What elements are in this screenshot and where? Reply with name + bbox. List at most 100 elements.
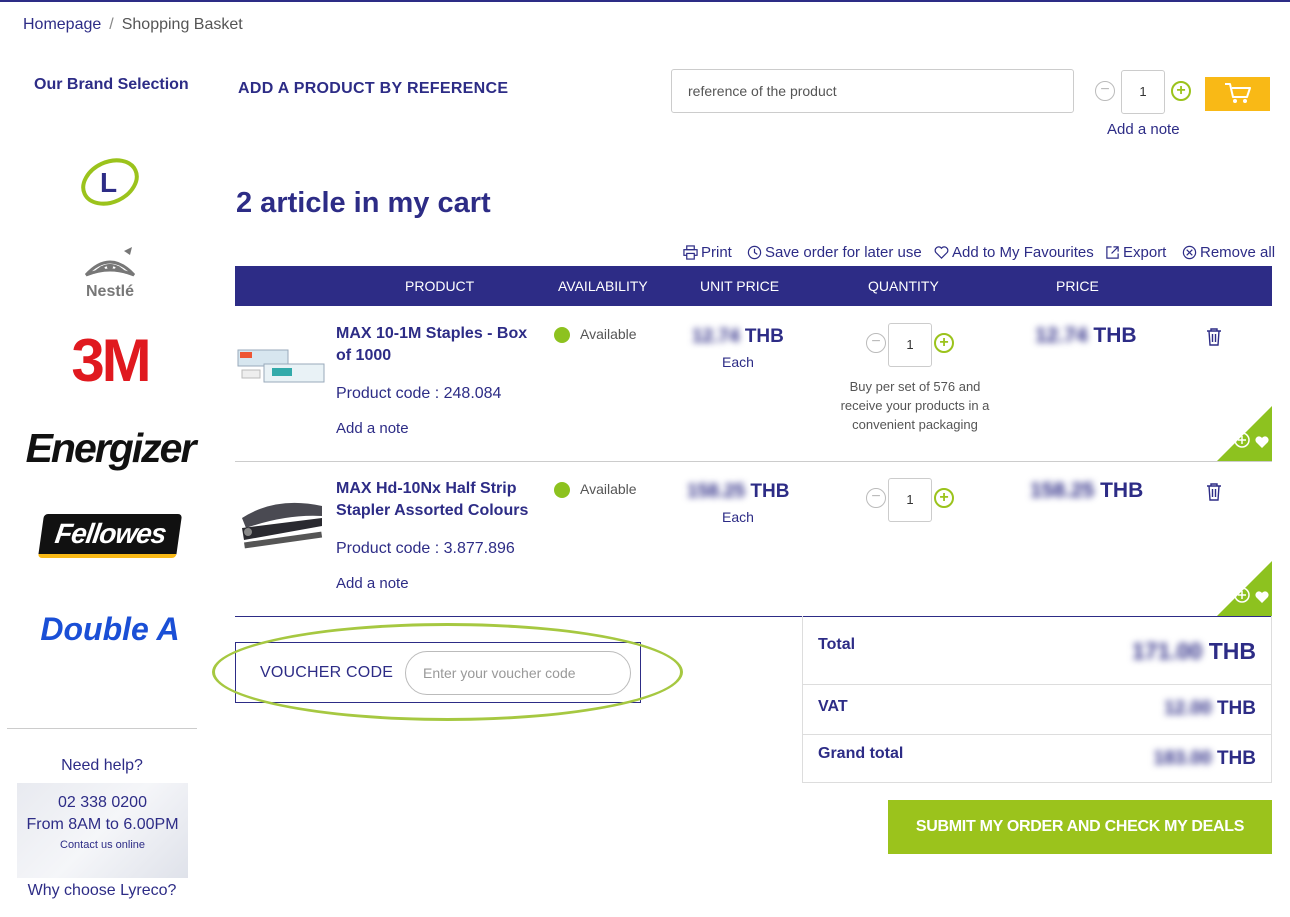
qty-plus-button[interactable]: + [934,488,954,508]
col-quantity: QUANTITY [868,278,939,294]
ref-qty-input[interactable]: 1 [1121,70,1165,114]
printer-icon [683,245,698,260]
add-favourites-label: Add to My Favourites [952,244,1094,261]
ref-qty-plus-button[interactable]: + [1171,81,1191,101]
breadcrumb-current: Shopping Basket [121,16,243,33]
vat-amount: 12.00 [1164,698,1212,719]
availability-status: Available [580,481,637,497]
save-order-action[interactable]: Save order for later use [747,244,922,261]
cart-icon [1224,82,1251,103]
qty-input[interactable]: 1 [888,323,932,367]
vat-value: 12.00 THB [1164,698,1256,720]
qty-minus-button[interactable]: − [866,333,886,353]
col-unit-price: UNIT PRICE [700,278,780,294]
availability-dot-icon [554,327,570,343]
brand-energizer-text: Energizer [25,424,197,471]
row-divider [235,461,1272,462]
col-availability: AVAILABILITY [558,278,648,294]
help-phone: 02 338 0200 [58,794,147,811]
line-price-value: 12.74 [1035,324,1088,347]
availability-dot-icon [554,482,570,498]
product-name-link[interactable]: MAX Hd-10Nx Half Strip Stapler Assorted … [336,478,541,522]
product-image-staples[interactable] [236,330,326,400]
trash-icon[interactable] [1205,482,1223,502]
product-name-link[interactable]: MAX 10-1M Staples - Box of 1000 [336,323,541,367]
help-hours: From 8AM to 6.00PM [26,816,179,833]
unit-price: 158.25 THB [687,481,789,503]
product-code: Product code : 248.084 [336,385,502,402]
brand-double-a-text: Double A [40,610,180,647]
vat-label: VAT [818,698,848,715]
sidebar-divider [7,728,197,729]
line-price-currency: THB [1100,479,1144,502]
brand-logo-lyreco[interactable]: L [20,150,200,214]
brand-nestle-text: Nestlé [85,283,135,300]
line-price: 158.25 THB [1030,479,1143,503]
breadcrumb: Homepage / Shopping Basket [23,16,243,34]
brand-fellowes-text: Fellowes [53,518,168,549]
nestle-nest-icon [84,247,136,277]
remove-circle-icon [1182,245,1197,260]
add-favourite-corner[interactable] [1217,561,1272,616]
product-code: Product code : 3.877.896 [336,540,515,557]
brand-selection-title: Our Brand Selection [34,76,189,93]
totals-divider [803,684,1271,685]
brand-3m-text: 3M [71,326,151,394]
reference-input[interactable] [671,69,1074,113]
remove-all-label: Remove all [1200,244,1276,261]
print-action[interactable]: Print [683,244,732,261]
qty-plus-button[interactable]: + [934,333,954,353]
export-action[interactable]: Export [1105,244,1166,261]
ref-qty-minus-button[interactable]: − [1095,81,1115,101]
voucher-input[interactable] [405,651,631,695]
product-image-stapler[interactable] [236,488,326,558]
unit-price-value: 12.74 [692,326,740,347]
ref-add-note-link[interactable]: Add a note [1107,121,1180,138]
add-favourite-corner[interactable] [1217,406,1272,461]
grand-total-label: Grand total [818,745,904,762]
grand-total-value: 183.00 THB [1154,748,1256,770]
item-add-note-link[interactable]: Add a note [336,420,409,437]
add-to-cart-button[interactable] [1205,77,1270,111]
brand-logo-double-a[interactable]: Double A [20,606,200,652]
cart-table-header: PRODUCT AVAILABILITY UNIT PRICE QUANTITY… [235,266,1272,306]
unit-price-value: 158.25 [687,481,746,502]
contact-us-link[interactable]: Contact us online [17,839,188,851]
unit-price-currency: THB [750,481,790,502]
line-price-currency: THB [1093,324,1137,347]
brand-logo-fellowes[interactable]: Fellowes [20,512,200,560]
qty-minus-button[interactable]: − [866,488,886,508]
heart-icon [934,246,949,259]
grand-total-currency: THB [1216,748,1256,769]
trash-icon[interactable] [1205,327,1223,347]
print-label: Print [701,244,732,261]
line-price: 12.74 THB [1035,324,1137,348]
totals-divider [803,734,1271,735]
voucher-label: VOUCHER CODE [260,664,394,681]
submit-order-button[interactable]: SUBMIT MY ORDER AND CHECK MY DEALS [888,800,1272,854]
help-title: Need help? [61,757,143,774]
total-amount: 171.00 [1131,638,1203,664]
col-price: PRICE [1056,278,1099,294]
item-add-note-link[interactable]: Add a note [336,575,409,592]
lyreco-logo-icon: L [81,158,139,206]
help-contact-box[interactable]: 02 338 0200 From 8AM to 6.00PM Contact u… [17,783,188,878]
packaging-note: Buy per set of 576 and receive your prod… [840,379,990,432]
line-price-value: 158.25 [1030,479,1095,502]
save-order-label: Save order for later use [765,244,922,261]
breadcrumb-separator: / [109,16,114,33]
unit-each-label: Each [722,354,754,370]
remove-all-action[interactable]: Remove all [1182,244,1275,261]
breadcrumb-home-link[interactable]: Homepage [23,16,101,33]
add-favourites-action[interactable]: Add to My Favourites [934,244,1094,261]
vat-currency: THB [1216,698,1256,719]
export-label: Export [1123,244,1167,261]
brand-logo-nestle[interactable]: Nestlé [20,240,200,306]
unit-price-currency: THB [744,326,784,347]
availability-status: Available [580,326,637,342]
cart-title: 2 article in my cart [236,187,491,219]
brand-logo-energizer[interactable]: Energizer [20,420,200,476]
brand-logo-3m[interactable]: 3M [20,327,200,394]
qty-input[interactable]: 1 [888,478,932,522]
why-choose-link[interactable]: Why choose Lyreco? [0,882,204,900]
